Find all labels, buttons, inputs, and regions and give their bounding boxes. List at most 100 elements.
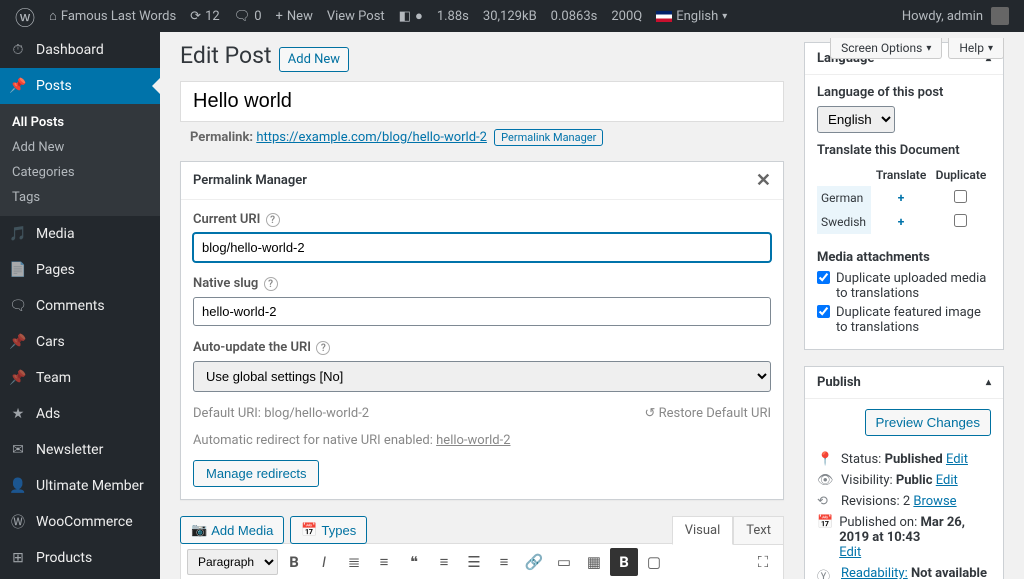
redirect-link[interactable]: hello-world-2 — [436, 433, 510, 448]
menu-ads[interactable]: ★Ads — [0, 396, 160, 432]
menu-woocommerce[interactable]: ⓌWooCommerce — [0, 504, 160, 540]
menu-dashboard[interactable]: ⏱Dashboard — [0, 32, 160, 68]
fullscreen-button[interactable]: ⛶ — [749, 548, 777, 576]
language-select[interactable]: English — [817, 106, 895, 133]
star-icon: ★ — [8, 404, 28, 424]
edit-visibility-link[interactable]: Edit — [936, 473, 958, 488]
wp-logo[interactable]: ⓦ — [8, 0, 42, 32]
menu-newsletter[interactable]: ✉Newsletter — [0, 432, 160, 468]
italic-button[interactable]: I — [310, 548, 338, 576]
shortcode-button[interactable]: ▢ — [640, 548, 668, 576]
auto-update-select[interactable]: Use global settings [No] — [193, 361, 771, 392]
menu-ultimate-member[interactable]: 👤Ultimate Member — [0, 468, 160, 504]
menu-label: WooCommerce — [36, 514, 133, 530]
menu-pages[interactable]: 📄 Pages — [0, 252, 160, 288]
translate-swedish-button[interactable]: + — [871, 210, 931, 234]
more-button[interactable]: ▭ — [550, 548, 578, 576]
load-time: 1.88s — [430, 0, 476, 32]
blockquote-button[interactable]: ❝ — [400, 548, 428, 576]
restore-default-uri[interactable]: ↺ Restore Default URI — [645, 406, 772, 421]
align-left-button[interactable]: ≡ — [430, 548, 458, 576]
language-label: Language of this post — [817, 85, 991, 100]
site-title[interactable]: ⌂Famous Last Words — [42, 0, 183, 32]
menu-label: Team — [36, 370, 71, 386]
screen-options-button[interactable]: Screen Options▾ — [830, 38, 942, 59]
dup-media-checkbox[interactable] — [817, 271, 830, 284]
menu-label: Dashboard — [36, 42, 104, 58]
edit-status-link[interactable]: Edit — [946, 452, 968, 467]
submenu-add-new[interactable]: Add New — [0, 135, 160, 160]
new-content[interactable]: +New — [269, 0, 320, 32]
format-select[interactable]: Paragraph — [187, 549, 278, 575]
close-icon[interactable]: ✕ — [756, 170, 771, 191]
dup-featured-checkbox[interactable] — [817, 305, 830, 318]
native-slug-input[interactable] — [193, 297, 771, 326]
published-label: Published on: — [839, 515, 917, 530]
align-right-button[interactable]: ≡ — [490, 548, 518, 576]
bold-button[interactable]: B — [280, 548, 308, 576]
updates[interactable]: ⟳12 — [183, 0, 227, 32]
menu-comments[interactable]: 🗨Comments — [0, 288, 160, 324]
menu-products[interactable]: ⊞Products — [0, 540, 160, 576]
publish-header[interactable]: Publish ▴ — [805, 367, 1003, 399]
page-icon: 📄 — [8, 260, 28, 280]
menu-label: Pages — [36, 262, 75, 278]
tab-visual[interactable]: Visual — [672, 516, 734, 545]
manage-redirects-button[interactable]: Manage redirects — [193, 460, 319, 487]
bold-alt-button[interactable]: B — [610, 548, 638, 576]
menu-cars[interactable]: 📌Cars — [0, 324, 160, 360]
visual-editor: Paragraph B I ≣ ≡ ❝ ≡ ☰ ≡ 🔗 ▭ ▦ B ▢ ⛶ — [180, 543, 784, 579]
view-post[interactable]: View Post — [320, 0, 392, 32]
submenu-all-posts[interactable]: All Posts — [0, 110, 160, 135]
visibility-value: Public — [896, 473, 933, 488]
menu-posts[interactable]: 📌Posts — [0, 68, 160, 104]
screen-options-label: Screen Options — [841, 41, 922, 55]
comments-bubble[interactable]: 🗨0 — [227, 0, 269, 32]
language-metabox: Language ▴ Language of this post English… — [804, 42, 1004, 350]
help-button[interactable]: Help▾ — [948, 38, 1004, 59]
my-account[interactable]: Howdy, admin — [895, 0, 1016, 32]
align-center-button[interactable]: ☰ — [460, 548, 488, 576]
toolbar-toggle-button[interactable]: ▦ — [580, 548, 608, 576]
help-icon[interactable]: ? — [316, 341, 330, 355]
permalink-url[interactable]: https://example.com/blog/hello-world-2 — [256, 130, 487, 145]
publish-title: Publish — [817, 375, 861, 390]
visibility-label: Visibility: — [841, 473, 893, 488]
help-icon[interactable]: ? — [266, 213, 280, 227]
translate-german-button[interactable]: + — [871, 186, 931, 210]
preview-changes-button[interactable]: Preview Changes — [865, 409, 991, 436]
translation-table: TranslateDuplicate German+ Swedish+ — [817, 164, 991, 234]
menu-label: Ultimate Member — [36, 478, 144, 494]
main-content: Screen Options▾ Help▾ Edit Post Add New … — [160, 32, 1024, 579]
add-new-button[interactable]: Add New — [279, 47, 349, 72]
submenu-tags[interactable]: Tags — [0, 185, 160, 210]
bullet-list-button[interactable]: ≣ — [340, 548, 368, 576]
revisions-label: Revisions: — [841, 494, 900, 509]
post-title-input[interactable] — [180, 81, 784, 122]
uk-flag-icon — [656, 11, 672, 22]
tab-text[interactable]: Text — [733, 516, 784, 545]
site-title-text: Famous Last Words — [61, 9, 176, 24]
types-button[interactable]: 📅Types — [290, 516, 367, 544]
edit-date-link[interactable]: Edit — [839, 545, 861, 560]
submenu-categories[interactable]: Categories — [0, 160, 160, 185]
permalink-manager-pill[interactable]: Permalink Manager — [494, 129, 603, 146]
duplicate-german-checkbox[interactable] — [954, 190, 967, 203]
comments-count: 0 — [254, 9, 261, 24]
browse-revisions-link[interactable]: Browse — [913, 494, 956, 509]
calendar-icon: 📅 — [301, 522, 317, 538]
add-media-button[interactable]: 📷Add Media — [180, 516, 284, 544]
readability-label[interactable]: Readability: — [841, 566, 908, 579]
pin-icon: 📌 — [8, 368, 28, 388]
duplicate-swedish-checkbox[interactable] — [954, 214, 967, 227]
debug-indicator[interactable]: ◧● — [392, 0, 430, 32]
link-button[interactable]: 🔗 — [520, 548, 548, 576]
language-label: English — [676, 9, 718, 24]
help-icon[interactable]: ? — [264, 277, 278, 291]
language-switcher[interactable]: English▾ — [649, 0, 734, 32]
current-uri-input[interactable] — [193, 233, 771, 262]
update-icon: ⟳ — [190, 9, 201, 24]
menu-media[interactable]: 🎵Media — [0, 216, 160, 252]
menu-team[interactable]: 📌 Team — [0, 360, 160, 396]
numbered-list-button[interactable]: ≡ — [370, 548, 398, 576]
